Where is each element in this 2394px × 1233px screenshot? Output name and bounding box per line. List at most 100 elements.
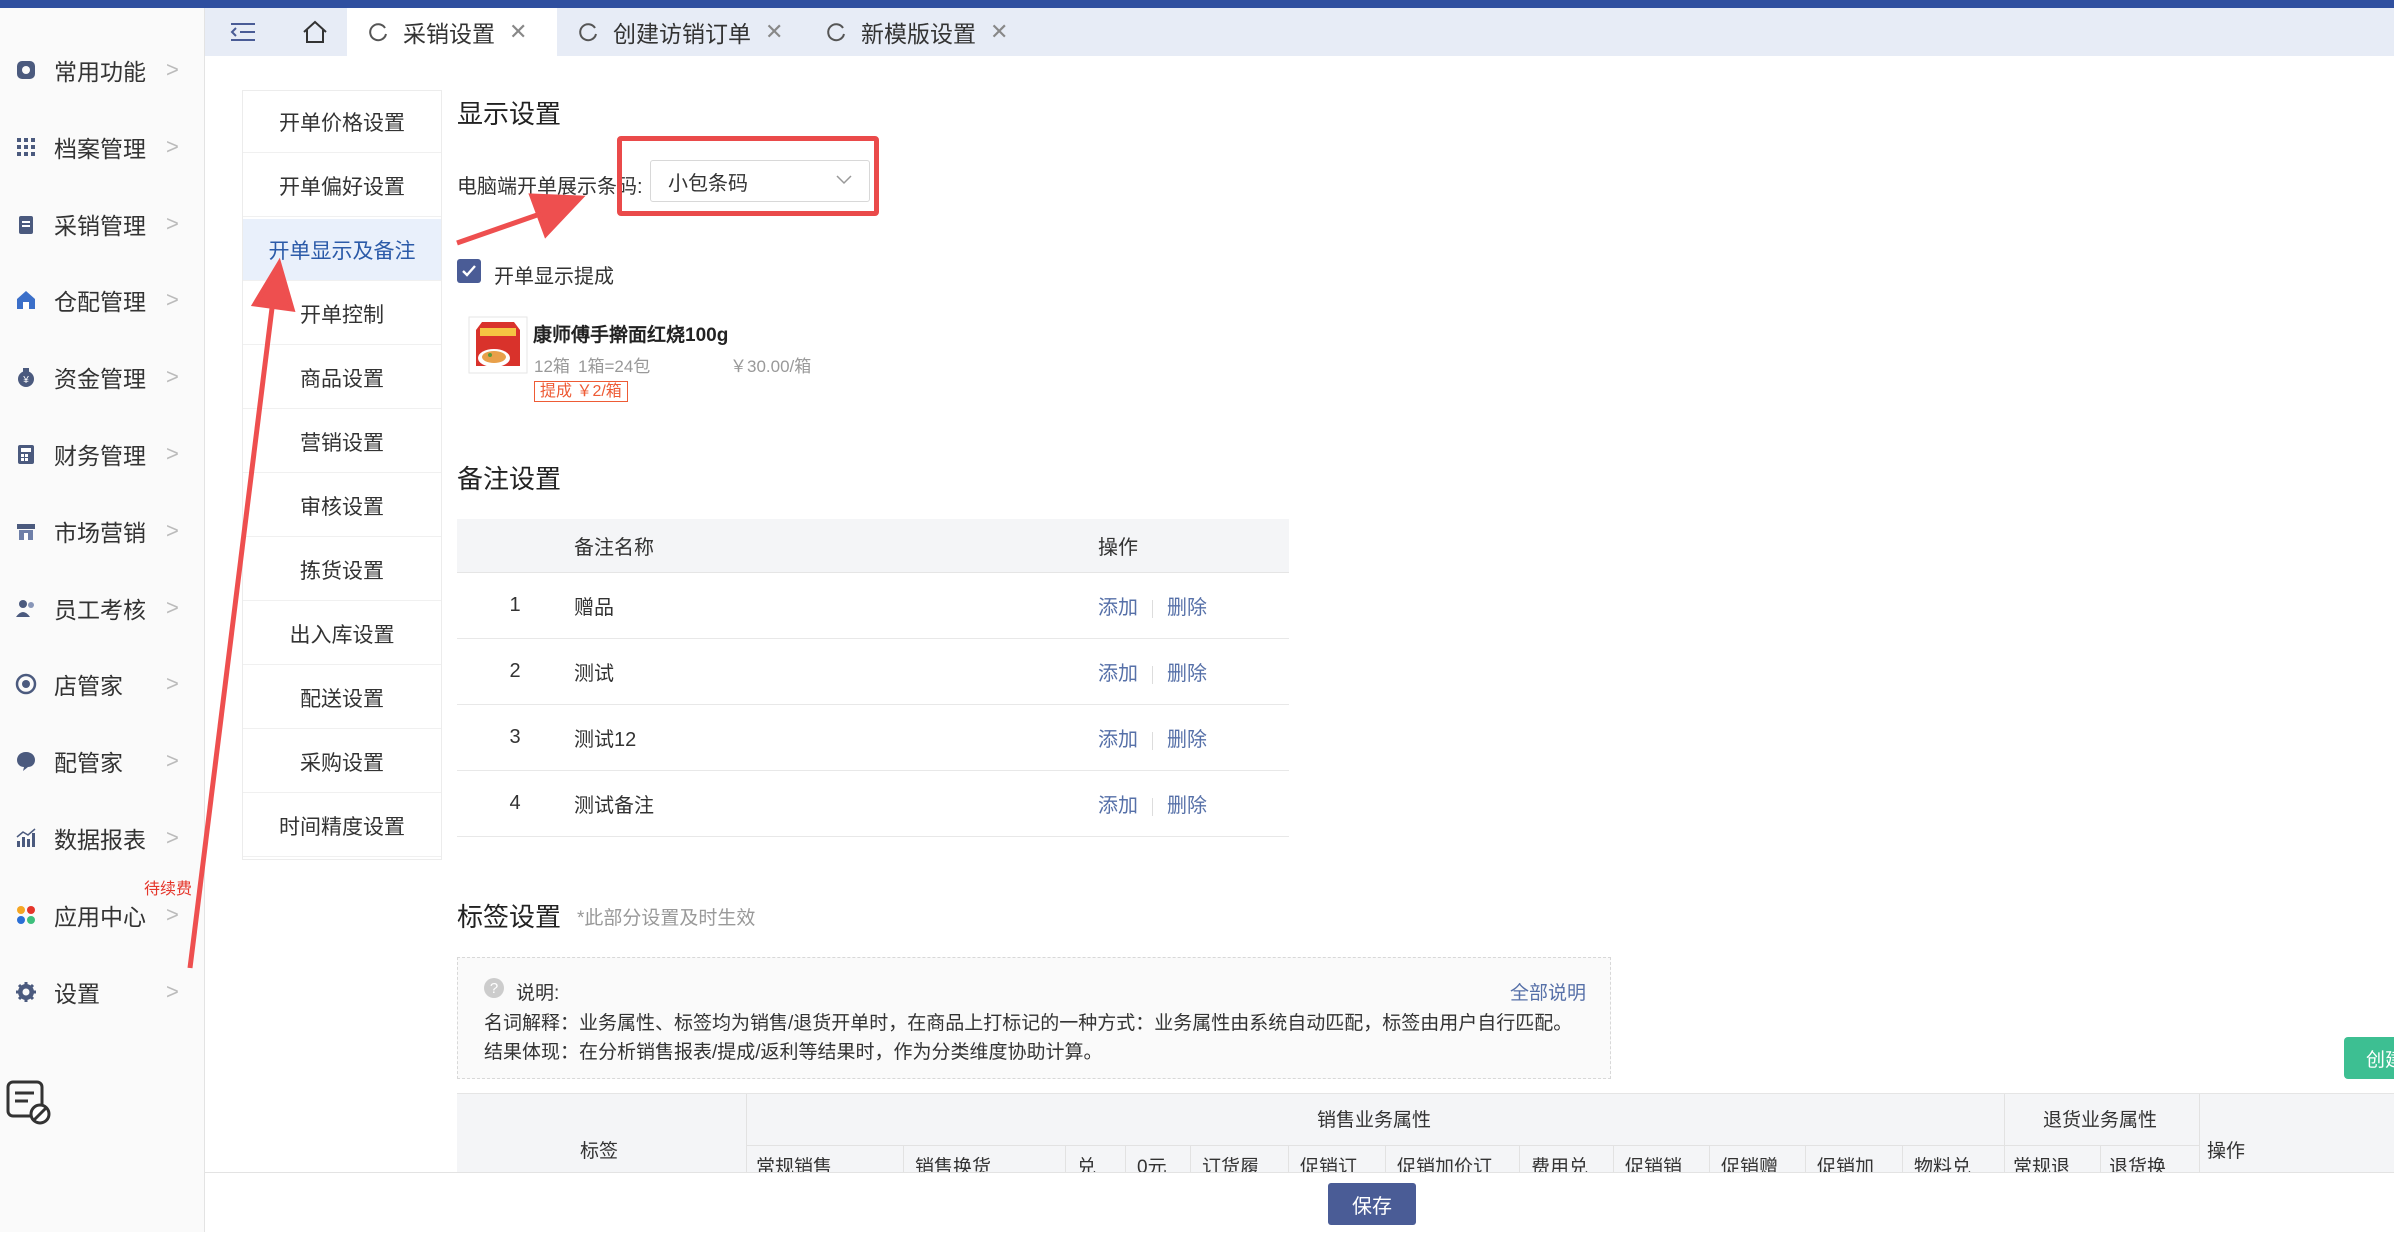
table-row: 1 赠品 添加 删除 <box>457 572 1289 639</box>
subnav-item-11[interactable]: 时间精度设置 <box>243 795 441 857</box>
delete-link[interactable]: 删除 <box>1167 795 1207 817</box>
nav-item-5[interactable]: 财务管理 > <box>0 424 204 484</box>
subnav-item-10[interactable]: 采购设置 <box>243 731 441 793</box>
subnav-item-5[interactable]: 营销设置 <box>243 411 441 473</box>
apps-icon <box>14 903 38 927</box>
nav-item-0[interactable]: 常用功能 > <box>0 40 204 100</box>
storefront-icon <box>14 519 38 543</box>
add-link[interactable]: 添加 <box>1098 729 1138 751</box>
tab-label: 采销设置 <box>403 21 495 47</box>
tab-label: 新模版设置 <box>861 21 976 47</box>
delete-link[interactable]: 删除 <box>1167 663 1207 685</box>
check-icon <box>462 265 476 277</box>
subnav-item-2[interactable]: 开单显示及备注 <box>243 219 441 281</box>
nav-item-7[interactable]: 员工考核 > <box>0 578 204 638</box>
tag-settings-title: 标签设置 <box>457 902 562 932</box>
product-name: 康师傅手擀面红烧100g <box>533 325 729 346</box>
add-link[interactable]: 添加 <box>1098 597 1138 619</box>
add-link[interactable]: 添加 <box>1098 795 1138 817</box>
nav-item-8[interactable]: 店管家 > <box>0 654 204 714</box>
remark-name: 测试备注 <box>573 770 1097 837</box>
annotation-arrow-shaft <box>456 211 541 246</box>
chevron-right-icon: > <box>166 287 179 313</box>
product-image <box>468 316 528 374</box>
row-operations: 添加 删除 <box>1097 572 1289 639</box>
gear-icon <box>14 980 38 1004</box>
close-icon[interactable]: ✕ <box>509 19 527 45</box>
tag-settings-subtitle: *此部分设置及时生效 <box>577 908 756 929</box>
chevron-right-icon: > <box>166 978 179 1004</box>
close-icon[interactable]: ✕ <box>990 19 1008 45</box>
divider <box>1152 599 1153 618</box>
svg-text:¥: ¥ <box>22 375 29 386</box>
row-operations: 添加 删除 <box>1097 638 1289 705</box>
delete-link[interactable]: 删除 <box>1167 597 1207 619</box>
subnav-item-4[interactable]: 商品设置 <box>243 347 441 409</box>
divider <box>1152 731 1153 750</box>
nav-item-12[interactable]: 设置 > <box>0 962 204 1022</box>
close-icon[interactable]: ✕ <box>765 19 783 45</box>
highlight-box <box>617 136 879 216</box>
row-index: 3 <box>457 704 573 771</box>
chevron-right-icon: > <box>166 825 179 850</box>
subnav-item-9[interactable]: 配送设置 <box>243 667 441 729</box>
table-row: 2 测试 添加 删除 <box>457 638 1289 705</box>
group-sales-attributes: 销售业务属性 <box>1317 1110 1432 1131</box>
show-commission-checkbox[interactable] <box>457 259 481 283</box>
tab-purchase-sales-settings[interactable]: 采销设置 ✕ <box>347 8 557 56</box>
nav-item-label: 应用中心 <box>54 903 146 930</box>
collapse-menu-icon[interactable] <box>213 8 273 56</box>
col-operation: 操作 <box>2207 1141 2246 1162</box>
nav-item-label: 市场营销 <box>54 519 146 546</box>
bar-chart-icon <box>14 826 38 850</box>
chevron-right-icon: > <box>166 517 179 543</box>
refresh-icon[interactable] <box>367 21 389 43</box>
product-qty: 12箱 <box>534 357 570 376</box>
subnav-item-6[interactable]: 审核设置 <box>243 475 441 537</box>
home-icon[interactable] <box>285 8 345 56</box>
col-tag: 标签 <box>580 1141 619 1162</box>
add-link[interactable]: 添加 <box>1098 663 1138 685</box>
nav-item-1[interactable]: 档案管理 > <box>0 117 204 177</box>
row-index: 1 <box>457 572 573 639</box>
nav-item-2[interactable]: 采销管理 > <box>0 194 204 254</box>
tag-table-header: 标签 销售业务属性 退货业务属性 操作 常规销售 销售换货兑 0元 订货履 促销订 促销加… <box>457 1093 2394 1178</box>
group-return-attributes: 退货业务属性 <box>2043 1110 2158 1131</box>
full-description-link[interactable]: 全部说明 <box>1510 978 1586 1005</box>
chat-bubble-icon <box>14 749 38 773</box>
nav-item-4[interactable]: ¥ 资金管理 > <box>0 347 204 407</box>
create-tag-button[interactable]: 创建 <box>2344 1037 2394 1079</box>
nav-item-label: 常用功能 <box>54 59 146 85</box>
col-index <box>457 519 573 573</box>
save-button[interactable]: 保存 <box>1328 1183 1416 1225</box>
delete-link[interactable]: 删除 <box>1167 729 1207 751</box>
remark-name: 赠品 <box>573 572 1097 639</box>
top-accent-bar <box>0 0 2394 8</box>
nav-item-10[interactable]: 数据报表 > <box>0 808 204 868</box>
subnav-item-8[interactable]: 出入库设置 <box>243 603 441 665</box>
nav-item-6[interactable]: 市场营销 > <box>0 501 204 561</box>
remark-name: 测试 <box>573 638 1097 705</box>
note-edit-icon[interactable] <box>4 1078 54 1128</box>
refresh-icon[interactable] <box>825 21 847 43</box>
col-operation: 操作 <box>1097 519 1289 573</box>
table-row: 4 测试备注 添加 删除 <box>457 770 1289 837</box>
refresh-icon[interactable] <box>577 21 599 43</box>
subnav-item-0[interactable]: 开单价格设置 <box>243 91 441 153</box>
commission-tag: 提成 ￥2/箱 <box>534 381 628 402</box>
nav-item-11[interactable]: 应用中心 > 待续费 <box>0 881 204 945</box>
question-icon: ? <box>484 978 504 998</box>
show-commission-label: 开单显示提成 <box>494 266 614 288</box>
tab-new-template-settings[interactable]: 新模版设置 ✕ <box>805 8 1027 56</box>
subnav-item-3[interactable]: 开单控制 <box>243 283 441 345</box>
annotation-arrowhead-right <box>528 193 586 239</box>
divider <box>1152 797 1153 816</box>
subnav-item-7[interactable]: 拣货设置 <box>243 539 441 601</box>
subnav-item-1[interactable]: 开单偏好设置 <box>243 155 441 217</box>
chevron-right-icon: > <box>166 901 179 927</box>
nav-item-label: 采销管理 <box>54 212 146 239</box>
nav-item-9[interactable]: 配管家 > <box>0 731 204 791</box>
tab-create-order[interactable]: 创建访销订单 ✕ <box>557 8 805 56</box>
chevron-right-icon: > <box>166 364 179 390</box>
nav-item-3[interactable]: 仓配管理 > <box>0 270 204 330</box>
